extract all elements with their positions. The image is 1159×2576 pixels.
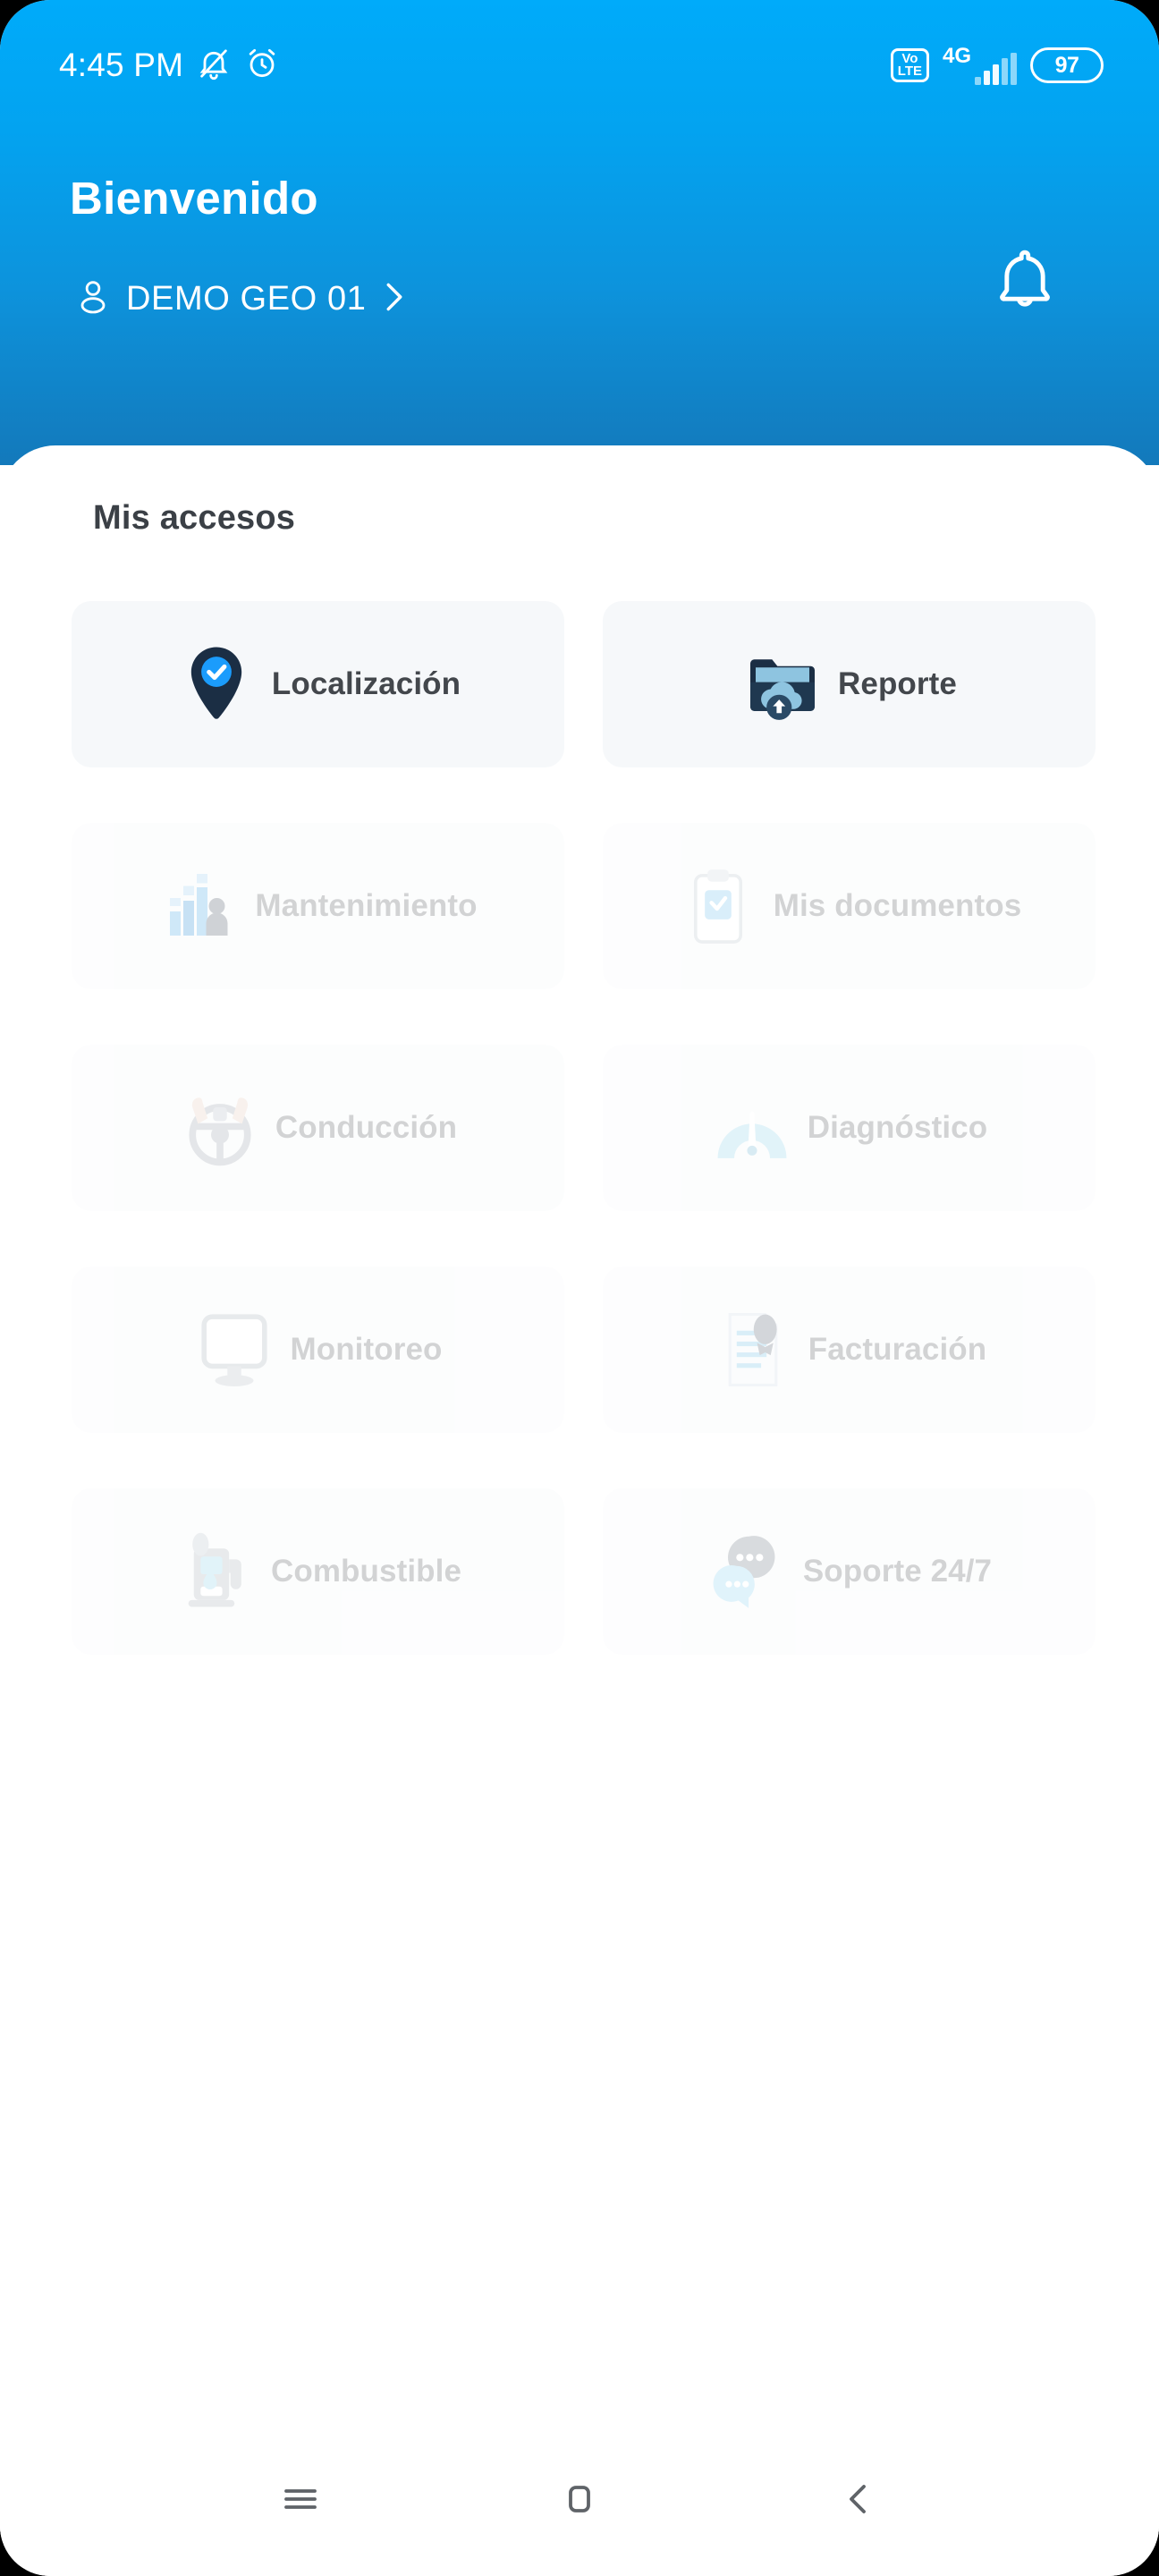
volte-icon: Vo LTE [890, 48, 929, 82]
folder-cloud-upload-icon [741, 643, 824, 725]
steering-wheel-icon [179, 1087, 261, 1169]
app-header: 4:45 PM Vo LTE 4G 97 Bienvenido DEMO GEO… [0, 0, 1159, 465]
access-card-diagnostico: Diagnóstico [603, 1045, 1096, 1211]
network-type-label: 4G [942, 44, 971, 68]
access-card-label: Mantenimiento [255, 888, 478, 923]
battery-icon: 97 [1030, 47, 1104, 83]
access-card-monitoreo: Monitoreo [72, 1267, 564, 1433]
signal-bars [975, 53, 1017, 85]
home-square-icon [554, 2474, 605, 2529]
status-bar: 4:45 PM Vo LTE 4G 97 [0, 39, 1159, 91]
section-title: Mis accesos [93, 499, 296, 537]
alarm-clock-icon [244, 46, 280, 86]
access-card-label: Reporte [838, 666, 957, 701]
access-card-label: Localización [271, 666, 461, 701]
access-card-label: Diagnóstico [807, 1110, 988, 1145]
volte-line-2: LTE [897, 64, 922, 79]
access-card-reporte[interactable]: Reporte [603, 601, 1096, 767]
access-card-facturacion: Facturación [603, 1267, 1096, 1433]
access-card-label: Conducción [275, 1110, 458, 1145]
gauge-icon [711, 1087, 793, 1169]
menu-icon [275, 2474, 326, 2529]
status-time: 4:45 PM [59, 47, 184, 83]
invoice-icon [712, 1309, 794, 1391]
access-card-localizacion[interactable]: Localización [72, 601, 564, 767]
map-pin-check-icon [175, 643, 258, 725]
bell-icon [990, 245, 1060, 323]
access-card-label: Facturación [808, 1332, 987, 1367]
status-bar-right: Vo LTE 4G 97 [890, 46, 1104, 85]
fuel-pump-icon [174, 1530, 257, 1613]
android-nav-bar [0, 2426, 1159, 2576]
access-card-label: Monitoreo [290, 1332, 443, 1367]
signal-strength-icon: 4G [943, 46, 1017, 85]
bell-muted-icon [196, 46, 232, 86]
access-card-label: Mis documentos [773, 888, 1022, 923]
access-card-mis-documentos: Mis documentos [603, 823, 1096, 989]
back-button[interactable] [805, 2447, 912, 2555]
battery-level-label: 97 [1054, 52, 1079, 78]
phone-screen: 4:45 PM Vo LTE 4G 97 Bienvenido DEMO GEO… [0, 0, 1159, 2576]
access-card-combustible: Combustible [72, 1488, 564, 1655]
access-card-label: Combustible [270, 1554, 462, 1589]
access-card-mantenimiento: Mantenimiento [72, 823, 564, 989]
access-card-soporte: Soporte 24/7 [603, 1488, 1096, 1655]
status-bar-left: 4:45 PM [59, 46, 280, 86]
notifications-button[interactable] [976, 234, 1074, 333]
page-title: Bienvenido [70, 173, 318, 224]
chevron-right-icon [381, 277, 408, 321]
access-card-label: Soporte 24/7 [802, 1554, 993, 1589]
clipboard-check-icon [677, 865, 759, 947]
bar-chart-worker-icon [158, 865, 241, 947]
back-chevron-icon [833, 2474, 884, 2529]
access-grid: Localización Reporte Mantenimiento Mis d… [72, 601, 1096, 1655]
monitor-icon [193, 1309, 275, 1391]
chat-bubbles-icon [706, 1530, 789, 1613]
content-sheet: Mis accesos Localización Reporte Manteni… [0, 445, 1159, 2576]
access-card-conduccion: Conducción [72, 1045, 564, 1211]
person-icon [75, 277, 111, 321]
home-button[interactable] [526, 2447, 633, 2555]
user-name-label: DEMO GEO 01 [126, 280, 367, 318]
recents-button[interactable] [247, 2447, 354, 2555]
user-profile-link[interactable]: DEMO GEO 01 [75, 277, 408, 321]
